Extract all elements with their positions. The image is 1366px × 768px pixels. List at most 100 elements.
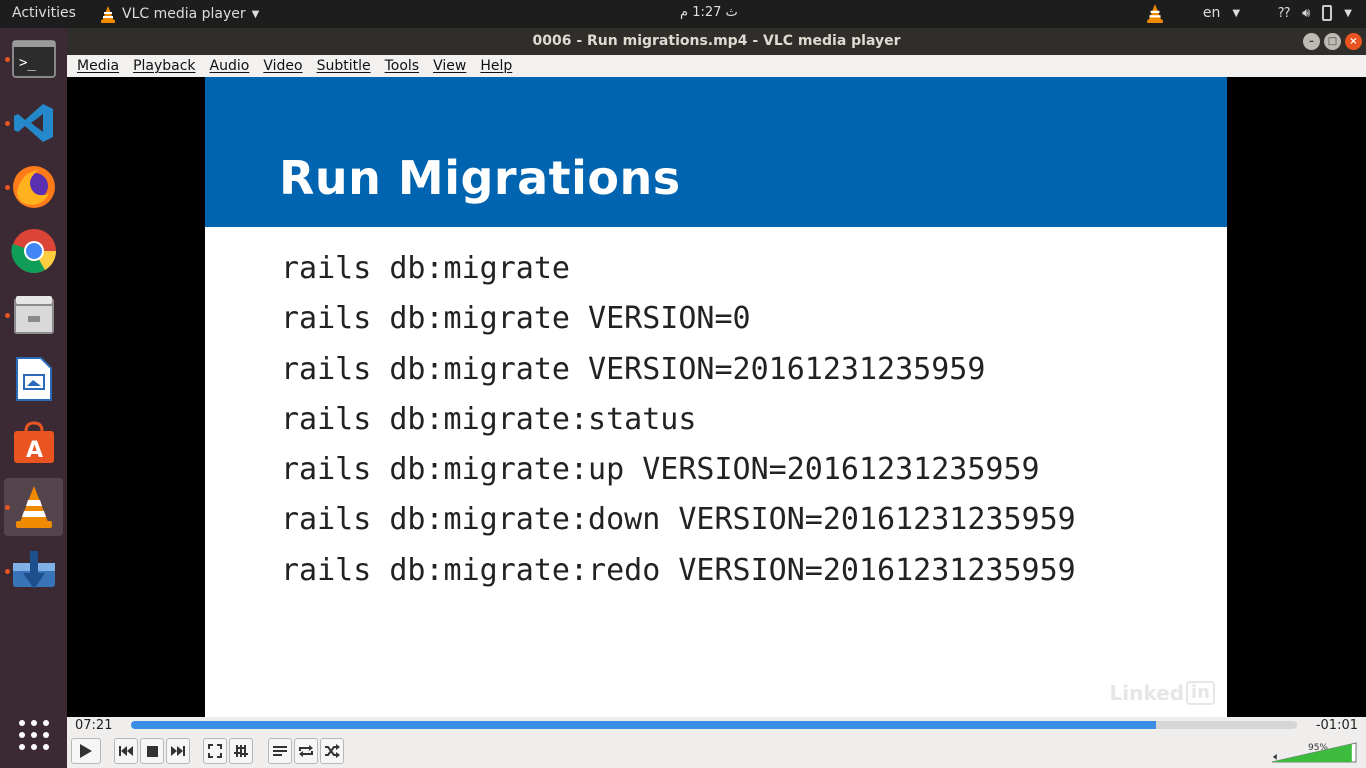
dock: >_ A	[0, 28, 67, 768]
window-title: 0006 - Run migrations.mp4 - VLC media pl…	[532, 33, 901, 49]
volume-slider[interactable]	[1272, 741, 1358, 763]
dock-downloader[interactable]	[4, 542, 63, 600]
software-center-icon: A	[13, 421, 54, 463]
files-icon	[13, 296, 54, 334]
clock[interactable]: ث 1:27 م	[680, 5, 738, 20]
dock-terminal[interactable]: >_	[4, 30, 63, 88]
window-controls: – □ ×	[1303, 33, 1362, 50]
app-menu[interactable]: VLC media player ▼	[100, 5, 259, 23]
seek-bar[interactable]	[131, 721, 1297, 729]
running-indicator	[5, 121, 10, 126]
slide-header: Run Migrations	[205, 77, 1227, 227]
previous-icon	[119, 746, 133, 756]
menu-audio[interactable]: Audio	[210, 58, 250, 74]
firefox-icon	[12, 166, 55, 208]
shuffle-icon	[325, 744, 340, 758]
command-line: rails db:migrate:status	[281, 401, 697, 437]
terminal-icon: >_	[11, 40, 56, 78]
svg-text:>_: >_	[19, 55, 36, 71]
maximize-button[interactable]: □	[1324, 33, 1341, 50]
dock-app-grid[interactable]	[4, 706, 63, 764]
vlc-small-icon	[101, 6, 115, 23]
minimize-button[interactable]: –	[1303, 33, 1320, 50]
menu-subtitle[interactable]: Subtitle	[317, 58, 371, 74]
fullscreen-button[interactable]	[203, 738, 227, 764]
playlist-button[interactable]	[268, 738, 292, 764]
chevron-down-icon: ▼	[251, 8, 260, 20]
watermark-text: Linked	[1109, 681, 1185, 705]
maximize-icon: □	[1327, 36, 1338, 47]
network-icon: ⁇	[1278, 5, 1291, 21]
loop-button[interactable]	[294, 738, 318, 764]
system-tray[interactable]: en ▼ ⁇ 🔊︎ ▼	[1145, 3, 1352, 23]
top-bar: Activities VLC media player ▼ ث 1:27 م e…	[0, 0, 1366, 28]
video-frame: Run Migrations rails db:migrate rails db…	[205, 77, 1227, 717]
loop-icon	[299, 745, 313, 757]
playlist-icon	[273, 746, 287, 756]
command-line: rails db:migrate:down VERSION=2016123123…	[281, 502, 1076, 538]
menu-playback[interactable]: Playback	[133, 58, 195, 74]
remaining-time[interactable]: -01:01	[1316, 718, 1358, 733]
stop-button[interactable]	[140, 738, 164, 764]
command-line: rails db:migrate	[281, 251, 570, 286]
battery-icon	[1322, 5, 1333, 21]
next-button[interactable]	[166, 738, 190, 764]
language-indicator[interactable]: en	[1203, 5, 1221, 21]
running-indicator	[5, 505, 10, 510]
dock-software[interactable]: A	[4, 414, 63, 472]
menu-media[interactable]: Media	[77, 58, 119, 74]
command-line: rails db:migrate VERSION=0	[281, 301, 751, 337]
fullscreen-icon	[208, 744, 222, 758]
shuffle-button[interactable]	[320, 738, 344, 764]
dock-chrome[interactable]	[4, 222, 63, 280]
app-menu-label: VLC media player	[122, 6, 246, 22]
downloader-icon	[12, 551, 55, 589]
equalizer-icon	[234, 745, 248, 757]
vscode-icon	[13, 104, 53, 142]
extended-settings-button[interactable]	[229, 738, 253, 764]
menu-video[interactable]: Video	[263, 58, 302, 74]
svg-text:A: A	[26, 438, 43, 463]
command-line: rails db:migrate VERSION=20161231235959	[281, 351, 986, 387]
menu-help[interactable]: Help	[480, 58, 512, 74]
vlc-tray-icon[interactable]	[1145, 3, 1165, 23]
minimize-icon: –	[1309, 36, 1314, 47]
player-controls: 07:21 -01:01 🔈︎ 95%	[67, 717, 1366, 768]
menu-tools[interactable]: Tools	[385, 58, 420, 74]
slide-title: Run Migrations	[279, 151, 681, 205]
stop-icon	[146, 745, 158, 757]
vlc-icon	[15, 486, 52, 528]
dock-files[interactable]	[4, 286, 63, 344]
running-indicator	[5, 57, 10, 62]
dock-writer[interactable]	[4, 350, 63, 408]
chevron-down-icon: ▼	[1232, 7, 1241, 19]
dock-firefox[interactable]	[4, 158, 63, 216]
window-title-bar[interactable]: 0006 - Run migrations.mp4 - VLC media pl…	[67, 28, 1366, 55]
close-icon: ×	[1349, 36, 1358, 47]
slide-commands: rails db:migrate rails db:migrate VERSIO…	[281, 244, 1076, 596]
chevron-down-icon: ▼	[1344, 7, 1352, 19]
watermark-in: in	[1186, 681, 1215, 705]
libreoffice-writer-icon	[15, 357, 52, 401]
chrome-icon	[10, 229, 56, 273]
close-button[interactable]: ×	[1345, 33, 1362, 50]
linkedin-watermark: Linked in	[1110, 681, 1215, 705]
running-indicator	[5, 185, 10, 190]
activities-button[interactable]: Activities	[12, 5, 76, 21]
menu-view[interactable]: View	[433, 58, 466, 74]
elapsed-time: 07:21	[75, 718, 113, 733]
app-grid-icon	[18, 720, 49, 750]
video-area[interactable]: Run Migrations rails db:migrate rails db…	[67, 77, 1366, 717]
previous-button[interactable]	[114, 738, 138, 764]
volume-icon: 🔊︎	[1302, 5, 1311, 21]
command-line: rails db:migrate:redo VERSION=2016123123…	[281, 552, 1076, 588]
seek-progress	[131, 721, 1156, 729]
play-icon	[80, 744, 92, 758]
running-indicator	[5, 569, 10, 574]
play-button[interactable]	[71, 738, 101, 764]
dock-vlc[interactable]	[4, 478, 63, 536]
dock-vscode[interactable]	[4, 94, 63, 152]
next-icon	[171, 746, 185, 756]
running-indicator	[5, 313, 10, 318]
command-line: rails db:migrate:up VERSION=201612312359…	[281, 452, 1040, 488]
